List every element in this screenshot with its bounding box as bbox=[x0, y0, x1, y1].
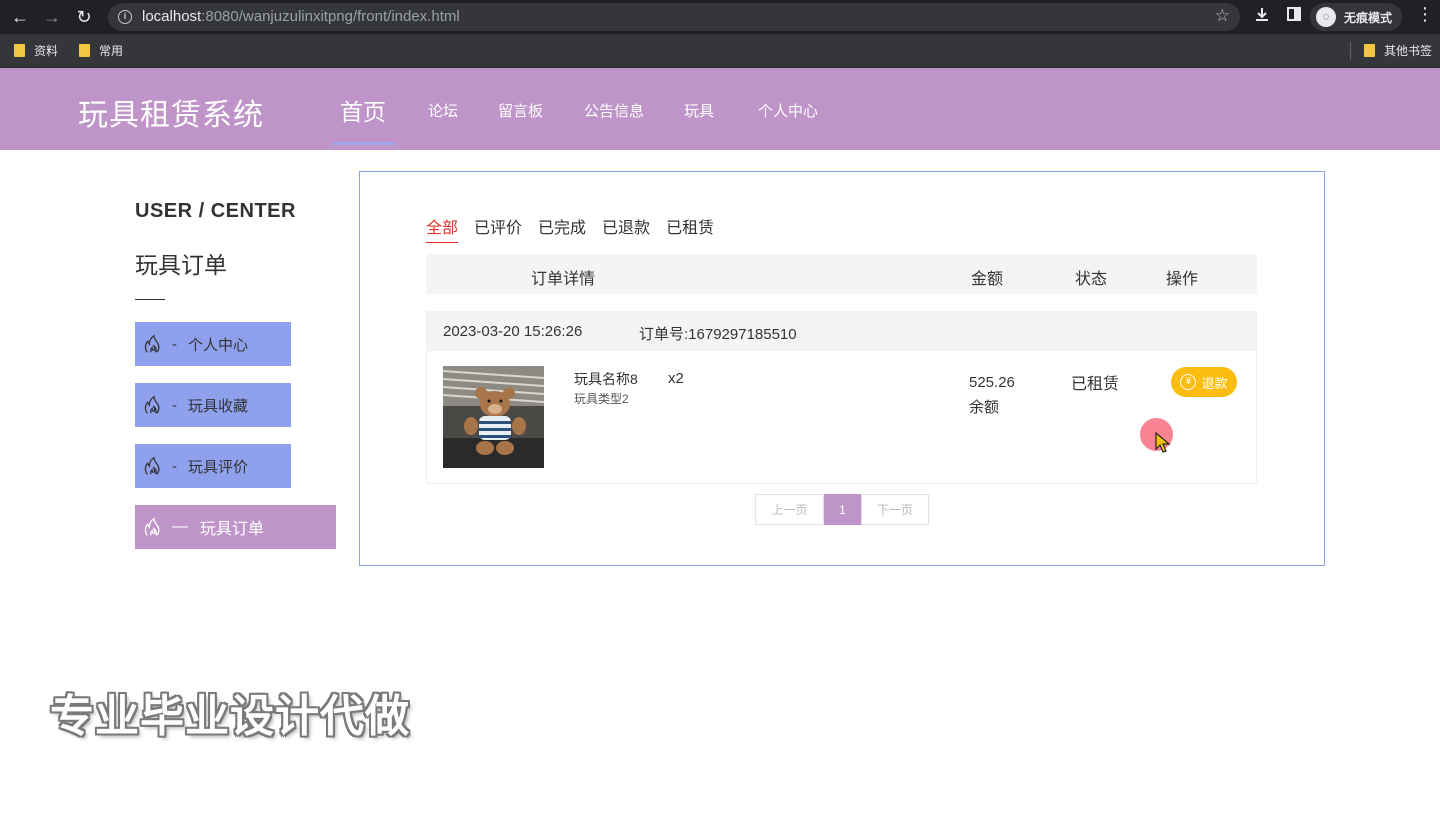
star-icon[interactable]: ☆ bbox=[1215, 6, 1230, 26]
nav-message-board[interactable]: 留言板 bbox=[498, 100, 543, 121]
folder-icon bbox=[79, 44, 90, 57]
toy-thumbnail[interactable] bbox=[443, 366, 544, 468]
flame-icon bbox=[144, 517, 160, 536]
tab-completed[interactable]: 已完成 bbox=[538, 214, 586, 243]
orders-panel: 全部 已评价 已完成 已退款 已租赁 订单详情 金额 状态 操作 2023-03… bbox=[359, 171, 1325, 566]
order-number: 订单号:1679297185510 bbox=[639, 326, 797, 343]
section-title: 玩具订单 bbox=[135, 252, 227, 278]
refund-button[interactable]: ¥ 退款 bbox=[1171, 367, 1237, 397]
toy-quantity: x2 bbox=[668, 370, 684, 387]
next-page-button[interactable]: 下一页 bbox=[861, 494, 929, 525]
back-arrow-icon[interactable]: ← bbox=[8, 5, 32, 29]
nav-toys[interactable]: 玩具 bbox=[684, 100, 714, 121]
order-status-tabs: 全部 已评价 已完成 已退款 已租赁 bbox=[426, 214, 714, 243]
toy-name[interactable]: 玩具名称8 bbox=[574, 369, 638, 389]
bookmark-folder-ziliao[interactable]: 资料 bbox=[14, 42, 58, 59]
flame-icon bbox=[144, 395, 160, 414]
flame-icon bbox=[144, 456, 160, 475]
info-icon[interactable]: i bbox=[118, 10, 132, 24]
order-amount: 525.26 余额 bbox=[969, 370, 1015, 420]
site-header: 玩具租赁系统 首页 论坛 留言板 公告信息 玩具 个人中心 bbox=[0, 68, 1440, 150]
bookmarks-bar: 资料 常用 其他书签 bbox=[0, 34, 1440, 68]
prev-page-button[interactable]: 上一页 bbox=[755, 494, 824, 525]
incognito-icon: ◌ bbox=[1316, 7, 1336, 27]
sidebar-item-personal-center[interactable]: - 个人中心 bbox=[135, 322, 291, 366]
column-header-status: 状态 bbox=[1075, 271, 1108, 288]
column-header-details: 订单详情 bbox=[531, 271, 596, 288]
divider bbox=[135, 299, 165, 300]
incognito-badge[interactable]: ◌ 无痕模式 bbox=[1310, 3, 1402, 31]
order-header-row: 2023-03-20 15:26:26 订单号:1679297185510 bbox=[426, 311, 1257, 351]
nav-active-indicator bbox=[333, 142, 395, 145]
bookmark-folder-changyong[interactable]: 常用 bbox=[79, 42, 123, 59]
flame-icon bbox=[144, 334, 160, 353]
forward-arrow-icon[interactable]: → bbox=[40, 5, 64, 29]
sidebar-item-label: 玩具收藏 bbox=[188, 397, 249, 415]
user-center-heading: USER / CENTER bbox=[135, 200, 296, 222]
amount-value: 525.26 bbox=[969, 374, 1015, 391]
column-header-amount: 金额 bbox=[971, 271, 1004, 288]
watermark-text: 专业毕业设计代做 bbox=[50, 692, 410, 741]
yen-icon: ¥ bbox=[1180, 374, 1197, 390]
folder-icon bbox=[1364, 44, 1375, 57]
bookmark-separator bbox=[1350, 42, 1351, 60]
payment-method: 余额 bbox=[969, 399, 1000, 416]
pagination: 上一页 1 下一页 bbox=[755, 494, 929, 525]
current-page[interactable]: 1 bbox=[824, 494, 861, 525]
url-text[interactable]: localhost:8080/wanjuzulinxitpng/front/in… bbox=[142, 8, 460, 25]
download-icon[interactable] bbox=[1254, 6, 1270, 27]
side-panel-icon[interactable] bbox=[1286, 6, 1302, 27]
tab-reviewed[interactable]: 已评价 bbox=[474, 214, 522, 243]
sidebar-item-label: 玩具订单 bbox=[200, 521, 265, 538]
mouse-pointer-icon bbox=[1155, 432, 1171, 453]
order-date: 2023-03-20 15:26:26 bbox=[443, 323, 583, 340]
bookmark-folder-other[interactable]: 其他书签 bbox=[1364, 42, 1432, 59]
reload-icon[interactable]: ↻ bbox=[72, 5, 96, 29]
nav-personal-center[interactable]: 个人中心 bbox=[758, 100, 818, 121]
tab-all[interactable]: 全部 bbox=[426, 214, 459, 243]
nav-announcements[interactable]: 公告信息 bbox=[584, 100, 644, 121]
sidebar-item-reviews[interactable]: - 玩具评价 bbox=[135, 444, 291, 488]
toy-type: 玩具类型2 bbox=[574, 392, 629, 406]
folder-icon bbox=[14, 44, 25, 57]
site-title[interactable]: 玩具租赁系统 bbox=[78, 90, 264, 134]
tab-refunded[interactable]: 已退款 bbox=[602, 214, 650, 243]
column-header-action: 操作 bbox=[1166, 271, 1199, 288]
orders-table-header: 订单详情 金额 状态 操作 bbox=[426, 254, 1257, 294]
sidebar-item-label: 个人中心 bbox=[188, 336, 249, 354]
sidebar-item-orders[interactable]: — 玩具订单 bbox=[135, 505, 336, 549]
tab-renting[interactable]: 已租赁 bbox=[666, 214, 714, 243]
order-item-row: 玩具名称8 玩具类型2 x2 525.26 余额 已租赁 ¥ 退款 bbox=[426, 351, 1257, 484]
nav-forum[interactable]: 论坛 bbox=[428, 100, 458, 121]
sidebar-item-favorites[interactable]: - 玩具收藏 bbox=[135, 383, 291, 427]
nav-home[interactable]: 首页 bbox=[340, 93, 386, 127]
order-status: 已租赁 bbox=[1071, 376, 1120, 393]
kebab-menu-icon[interactable]: ⋮ bbox=[1416, 4, 1434, 25]
address-bar[interactable]: i localhost:8080/wanjuzulinxitpng/front/… bbox=[108, 3, 1240, 31]
sidebar-item-label: 玩具评价 bbox=[188, 458, 249, 476]
browser-toolbar: ← → ↻ i localhost:8080/wanjuzulinxitpng/… bbox=[0, 0, 1440, 34]
